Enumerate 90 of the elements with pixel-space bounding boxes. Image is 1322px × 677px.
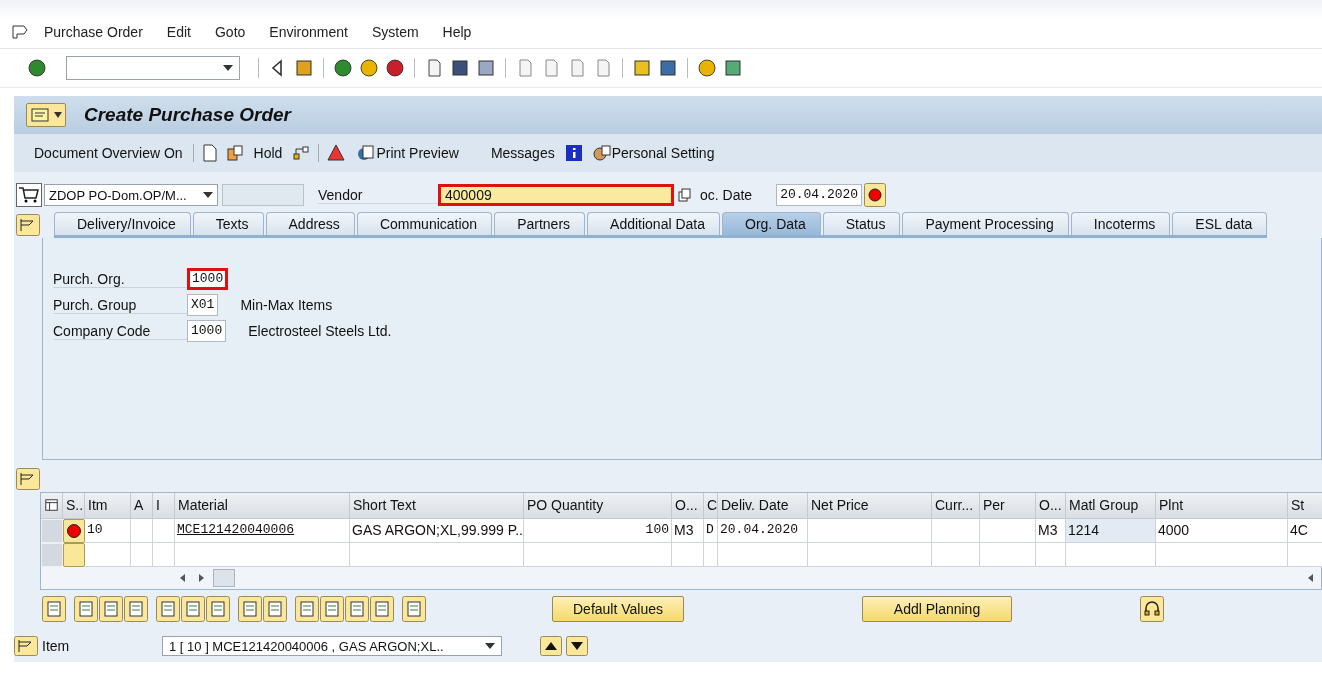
push-button[interactable]: Addl Planning: [862, 596, 1012, 622]
input-field[interactable]: [222, 184, 304, 206]
tab[interactable]: Delivery/Invoice: [54, 212, 191, 235]
menu-item[interactable]: Purchase Order: [44, 24, 143, 40]
menu-item[interactable]: Goto: [214, 24, 246, 40]
column-header[interactable]: Itm: [85, 493, 131, 519]
details-icon[interactable]: [42, 596, 66, 622]
menu-icon[interactable]: [12, 25, 28, 39]
field-label: oc. Date: [700, 187, 753, 203]
collapse-icon[interactable]: [14, 636, 38, 656]
input-field[interactable]: 1000: [187, 320, 227, 342]
menu-item[interactable]: System: [371, 24, 419, 40]
input-field[interactable]: X01: [187, 294, 219, 316]
tab[interactable]: Address: [265, 212, 355, 235]
column-header[interactable]: O...: [1036, 493, 1066, 519]
info-icon[interactable]: [564, 144, 583, 162]
tab[interactable]: Incoterms: [1070, 212, 1171, 235]
preview-icon: [357, 144, 376, 162]
column-header[interactable]: C: [704, 493, 718, 519]
toolbar-button[interactable]: Personal Setting: [590, 144, 717, 162]
tab[interactable]: Additional Data: [587, 212, 720, 235]
table-cell: 100: [524, 519, 672, 543]
tab[interactable]: ESL data: [1172, 212, 1268, 235]
menu-item[interactable]: Help: [442, 24, 472, 40]
caret-icon: [203, 192, 213, 198]
cart-icon[interactable]: [16, 183, 42, 207]
column-header[interactable]: St: [1288, 493, 1322, 519]
toolbar-button[interactable]: Document Overview On: [32, 145, 185, 161]
status-icon[interactable]: [864, 183, 887, 207]
table-cell: D: [704, 519, 718, 543]
settings-icon: [592, 144, 611, 162]
field-label: Item: [42, 638, 71, 654]
caret-icon: [54, 112, 62, 118]
table-cell: 10: [85, 519, 131, 543]
check-icon[interactable]: [27, 58, 47, 78]
network-icon[interactable]: [292, 144, 311, 162]
tab[interactable]: Partners: [494, 212, 586, 235]
column-header[interactable]: Short Text: [350, 493, 524, 519]
screen-menu-icon: [30, 107, 52, 123]
other-document-icon[interactable]: [225, 144, 244, 162]
tab[interactable]: Texts: [192, 212, 264, 235]
caret-icon: [223, 65, 233, 71]
input-field[interactable]: 1000: [187, 268, 229, 290]
table-cell: MCE121420040006: [175, 519, 350, 543]
column-header[interactable]: I: [153, 493, 175, 519]
column-header[interactable]: O...: [672, 493, 704, 519]
order-type-dropdown[interactable]: ZDOP PO-Dom.OP/M...: [44, 184, 218, 206]
tab[interactable]: Payment Processing: [902, 212, 1069, 235]
vendor-field[interactable]: 400009: [438, 184, 674, 206]
table-settings-icon[interactable]: [41, 493, 63, 519]
toolbar-button[interactable]: Messages: [488, 145, 557, 161]
column-header[interactable]: PO Quantity: [524, 493, 672, 519]
table-cell: 20.04.2020: [718, 519, 808, 543]
table-cell: M3: [672, 519, 704, 543]
toolbar-button[interactable]: Print Preview: [355, 144, 461, 162]
command-field[interactable]: [66, 56, 240, 80]
table-cell: M3: [1036, 519, 1066, 543]
table-cell: 4000: [1156, 519, 1288, 543]
push-button[interactable]: Default Values: [552, 596, 684, 622]
tab[interactable]: Status: [822, 212, 901, 235]
field-description: Electrosteel Steels Ltd.: [248, 323, 392, 339]
tab[interactable]: Org. Data: [722, 212, 821, 235]
status-button[interactable]: [63, 519, 85, 543]
column-header[interactable]: S..: [63, 493, 85, 519]
column-header[interactable]: Curr...: [932, 493, 980, 519]
column-header[interactable]: Plnt: [1156, 493, 1288, 519]
screen-menu-button[interactable]: [26, 103, 66, 127]
date-field[interactable]: 20.04.2020: [776, 184, 863, 206]
table-cell: 1214: [1066, 519, 1156, 543]
caret-icon: [485, 643, 495, 649]
table-cell: 4C: [1288, 519, 1322, 543]
table-cell: GAS ARGON;XL,99.999 P..: [350, 519, 524, 543]
column-header[interactable]: Deliv. Date: [718, 493, 808, 519]
field-description: Min-Max Items: [240, 297, 333, 313]
column-header[interactable]: Matl Group: [1066, 493, 1156, 519]
menu-item[interactable]: Edit: [166, 24, 191, 40]
document-icon[interactable]: [201, 144, 218, 162]
column-header[interactable]: A: [131, 493, 153, 519]
column-header[interactable]: Material: [175, 493, 350, 519]
warning-icon[interactable]: [327, 144, 348, 162]
screen-title: Create Purchase Order: [84, 104, 291, 126]
collapse-icon[interactable]: [16, 214, 40, 236]
headset-icon[interactable]: [1140, 596, 1164, 622]
item-dropdown[interactable]: 1 [ 10 ] MCE121420040006 , GAS ARGON;XL..: [162, 636, 502, 656]
column-header[interactable]: Per: [980, 493, 1036, 519]
scrollbar-thumb[interactable]: [213, 569, 235, 587]
tab[interactable]: Communication: [356, 212, 493, 235]
menu-item[interactable]: Environment: [269, 24, 348, 40]
column-header[interactable]: Net Price: [808, 493, 932, 519]
toolbar-button[interactable]: Hold: [251, 145, 285, 161]
